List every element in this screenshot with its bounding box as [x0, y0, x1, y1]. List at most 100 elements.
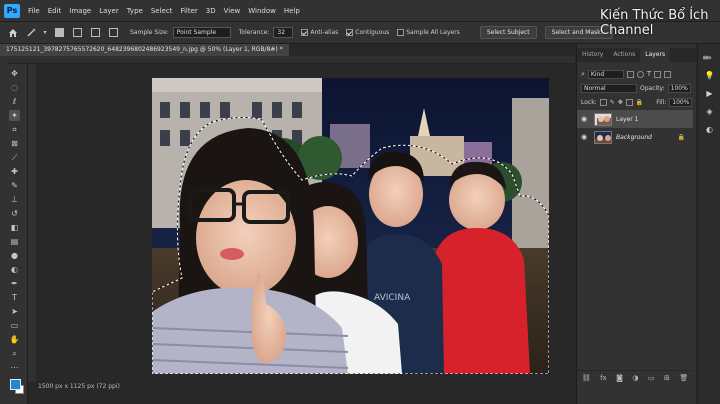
chevron-down-icon[interactable]: ▾ — [42, 26, 48, 40]
select-subject-button[interactable]: Select Subject — [479, 26, 537, 39]
layers-panel: History Actions Layers ⌕ Kind T Normal O… — [576, 44, 697, 404]
intersect-selection-icon[interactable] — [106, 26, 120, 40]
lock-artboard-icon[interactable] — [625, 98, 633, 106]
eyedropper-icon[interactable]: ⟋ — [9, 152, 20, 163]
tolerance-label: Tolerance: — [238, 29, 270, 36]
menu-select[interactable]: Select — [147, 0, 177, 22]
history-brush-icon[interactable]: ↺ — [9, 208, 20, 219]
layer-name: Layer 1 — [616, 115, 639, 123]
learn-icon[interactable]: 💡 — [704, 70, 715, 81]
tab-history[interactable]: History — [577, 48, 608, 62]
document-tab[interactable]: 175125121_3978275765572620_6482396802486… — [0, 44, 289, 56]
contiguous-check-box[interactable] — [346, 29, 354, 36]
type-filter-icon[interactable]: T — [647, 70, 651, 78]
blend-mode-select[interactable]: Normal — [581, 83, 637, 93]
tab-actions[interactable]: Actions — [608, 48, 640, 62]
menu-filter[interactable]: Filter — [176, 0, 201, 22]
tab-layers[interactable]: Layers — [640, 48, 671, 62]
link-layers-icon[interactable]: ⛓ — [582, 374, 591, 382]
clone-stamp-icon[interactable]: ⊥ — [9, 194, 20, 205]
new-selection-icon[interactable] — [52, 26, 66, 40]
layers-stack-icon[interactable]: ◈ — [704, 106, 715, 117]
photo-illustration: AVICINA — [152, 78, 549, 374]
layer-row[interactable]: ◉ Layer 1 — [577, 110, 693, 128]
lock-image-icon[interactable]: ✎ — [610, 99, 615, 106]
healing-brush-icon[interactable]: ✚ — [9, 166, 20, 177]
new-layer-icon[interactable]: ⊞ — [664, 374, 670, 382]
visibility-eye-icon[interactable]: ◉ — [581, 115, 590, 123]
menu-edit[interactable]: Edit — [44, 0, 66, 22]
layer-thumbnail — [594, 112, 612, 126]
anti-alias-checkbox[interactable]: Anti-alias — [301, 29, 338, 36]
layer-filter-row: ⌕ Kind T — [577, 68, 693, 80]
menu-type[interactable]: Type — [123, 0, 147, 22]
delete-layer-icon[interactable]: 🗑 — [679, 374, 688, 382]
pen-tool-icon[interactable]: ✒ — [9, 278, 20, 289]
lock-all-icon[interactable]: 🔒 — [636, 99, 643, 106]
move-tool-icon[interactable]: ✥ — [9, 68, 20, 79]
magic-wand-icon[interactable]: ✦ — [9, 110, 20, 121]
blur-tool-icon[interactable]: ● — [9, 250, 20, 261]
magic-wand-tool-icon[interactable] — [24, 26, 38, 40]
lock-position-icon[interactable]: ✥ — [618, 99, 623, 106]
fill-input[interactable]: 100% — [669, 97, 693, 107]
adjustments-icon[interactable]: ◐ — [704, 124, 715, 135]
menu-window[interactable]: Window — [244, 0, 280, 22]
adjustment-filter-icon[interactable] — [636, 70, 644, 78]
add-mask-icon[interactable]: ◙ — [616, 374, 623, 382]
frame-tool-icon[interactable]: ⊠ — [9, 138, 20, 149]
canvas-area[interactable]: AVICINA — [36, 64, 575, 382]
channel-watermark: Kiến Thức Bổ Ích Channel — [600, 8, 720, 38]
photo-image[interactable]: AVICINA — [152, 78, 549, 374]
subtract-selection-icon[interactable] — [88, 26, 102, 40]
menu-image[interactable]: Image — [65, 0, 95, 22]
path-selection-icon[interactable]: ➤ — [9, 306, 20, 317]
lasso-tool-icon[interactable]: ℓ — [9, 96, 20, 107]
panel-menu-icon[interactable]: ≡ — [700, 52, 711, 63]
kind-filter-select[interactable]: Kind — [587, 69, 624, 79]
gradient-tool-icon[interactable]: ▤ — [9, 236, 20, 247]
contiguous-label: Contiguous — [355, 29, 390, 36]
zoom-tool-icon[interactable]: ⌕ — [9, 348, 20, 359]
more-tools-icon[interactable]: ⋯ — [9, 362, 20, 373]
lock-transparent-icon[interactable] — [599, 98, 607, 106]
anti-alias-label: Anti-alias — [310, 29, 339, 36]
foreground-color-swatch[interactable] — [10, 379, 21, 390]
layer-row[interactable]: ◉ Background 🔒 — [577, 128, 693, 146]
pixel-filter-icon[interactable] — [626, 70, 634, 78]
vertical-ruler — [28, 64, 36, 382]
opacity-input[interactable]: 100% — [667, 83, 691, 93]
status-bar: 1500 px x 1125 px (72 ppi) — [36, 382, 575, 404]
add-selection-icon[interactable] — [70, 26, 84, 40]
dodge-tool-icon[interactable]: ◐ — [9, 264, 20, 275]
eraser-tool-icon[interactable]: ◧ — [9, 222, 20, 233]
crop-tool-icon[interactable]: ⌗ — [9, 124, 20, 135]
visibility-eye-icon[interactable]: ◉ — [581, 133, 590, 141]
sample-all-layers-check-box[interactable] — [397, 29, 405, 36]
menu-view[interactable]: View — [220, 0, 245, 22]
watermark-line-2: Channel — [600, 23, 654, 38]
hand-tool-icon[interactable]: ✋ — [9, 334, 20, 345]
rectangle-tool-icon[interactable]: ▭ — [9, 320, 20, 331]
menu-help[interactable]: Help — [280, 0, 304, 22]
adjustment-layer-icon[interactable]: ◑ — [632, 374, 638, 382]
tolerance-input[interactable]: 32 — [273, 27, 294, 38]
layer-style-icon[interactable]: fx — [600, 374, 607, 382]
menu-file[interactable]: File — [24, 0, 44, 22]
sample-all-layers-checkbox[interactable]: Sample All Layers — [397, 29, 460, 36]
menu-3d[interactable]: 3D — [202, 0, 220, 22]
libraries-icon[interactable]: ▶ — [704, 88, 715, 99]
shape-filter-icon[interactable] — [654, 70, 662, 78]
new-group-icon[interactable]: ▭ — [648, 374, 655, 382]
type-tool-icon[interactable]: T — [9, 292, 20, 303]
brush-tool-icon[interactable]: ✎ — [9, 180, 20, 191]
lock-row: Lock: ✎ ✥ 🔒 Fill: 100% — [577, 96, 693, 108]
marquee-tool-icon[interactable]: ◌ — [9, 82, 20, 93]
watermark-line-1: Kiến Thức Bổ Ích — [600, 8, 709, 23]
menu-layer[interactable]: Layer — [95, 0, 123, 22]
contiguous-checkbox[interactable]: Contiguous — [346, 29, 389, 36]
anti-alias-check-box[interactable] — [301, 29, 309, 36]
smart-object-filter-icon[interactable] — [664, 70, 672, 78]
sample-size-select[interactable]: Point Sample — [172, 27, 231, 38]
home-icon[interactable] — [6, 26, 20, 40]
